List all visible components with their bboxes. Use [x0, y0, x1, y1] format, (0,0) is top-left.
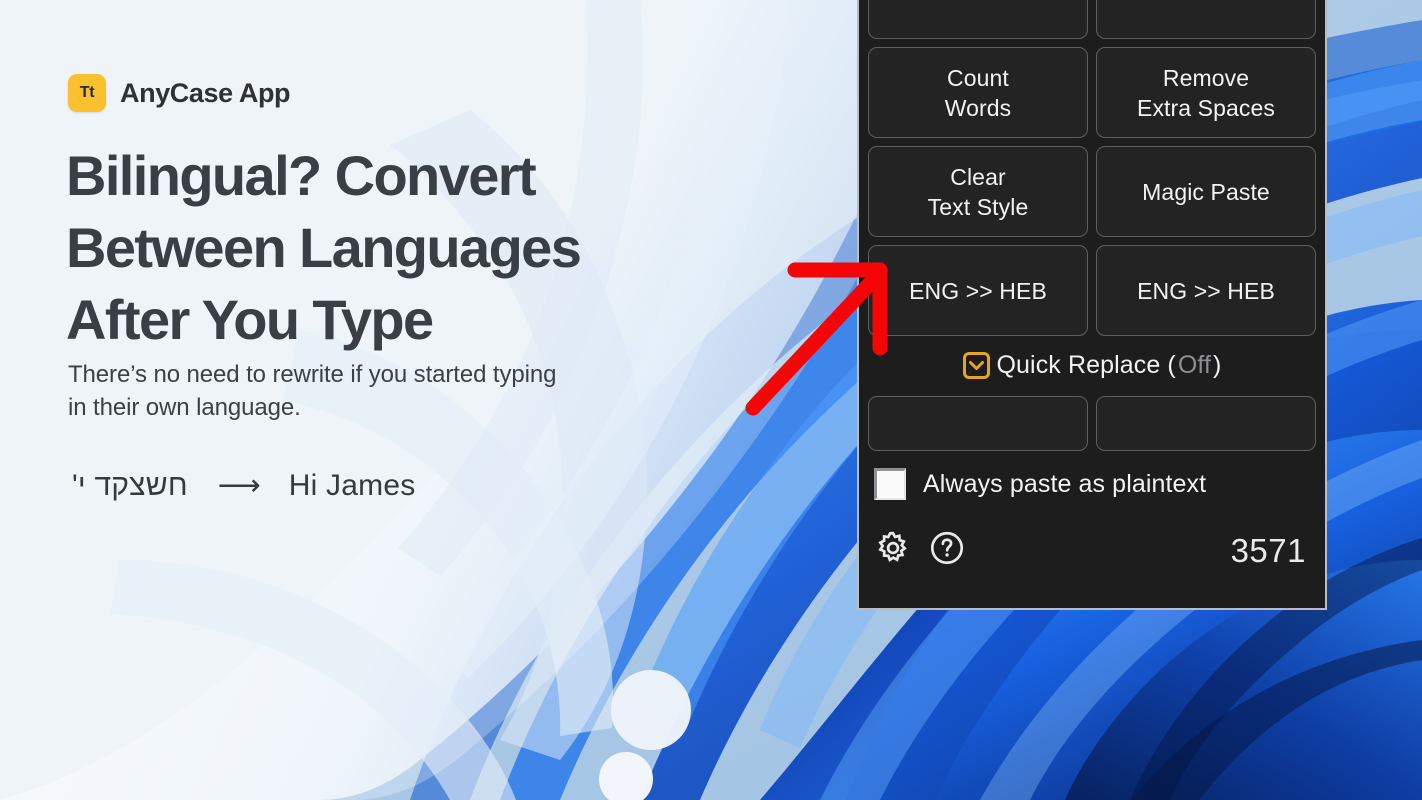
anycase-logo-icon: Tt [68, 74, 106, 112]
conversion-example: חשצקד י' ⟶ Hi James [72, 468, 415, 503]
tile-cutoff-left[interactable] [868, 0, 1088, 39]
tile-label-line1: Count [947, 64, 1009, 91]
quick-replace-toggle[interactable]: Quick Replace (Off) [868, 351, 1316, 380]
character-counter: 3571 [1230, 531, 1306, 569]
brand-name: AnyCase App [120, 77, 291, 108]
tile-remove-extra-spaces[interactable]: Remove Extra Spaces [1096, 47, 1316, 138]
tile-label-line2: Text Style [927, 193, 1029, 220]
example-result-text: Hi James [288, 468, 416, 502]
tile-magic-paste[interactable]: Magic Paste [1096, 146, 1316, 237]
tile-label-line1: ENG >> HEB [909, 277, 1047, 304]
example-source-text: חשצקד י' [72, 468, 188, 502]
quick-replace-state: Off [1177, 351, 1212, 379]
plaintext-checkbox[interactable] [874, 468, 906, 500]
quick-replace-label: Quick Replace ( [996, 351, 1176, 379]
page-subtitle: There’s no need to rewrite if you starte… [68, 361, 557, 421]
action-tiles-grid: Count Words Remove Extra Spaces Clear Te… [868, 0, 1316, 336]
plaintext-label: Always paste as plaintext [923, 469, 1207, 498]
tile-label-line1: Clear [950, 163, 1006, 190]
question-circle-icon[interactable] [928, 529, 966, 572]
panel-footer: 3571 [874, 529, 1316, 572]
tile-label-line1: Remove [1162, 64, 1250, 91]
tile-eng-heb-left[interactable]: ENG >> HEB [868, 245, 1088, 336]
right-arrow-icon: ⟶ [217, 469, 261, 502]
chevron-down-icon[interactable] [962, 352, 990, 379]
brand-lockup: Tt AnyCase App [68, 74, 291, 112]
footer-icon-group [874, 529, 966, 572]
tile-label-line1: ENG >> HEB [1137, 277, 1275, 304]
anycase-app-panel[interactable]: Count Words Remove Extra Spaces Clear Te… [857, 0, 1327, 610]
tile-empty-left[interactable] [868, 396, 1088, 451]
tile-label-line2: Extra Spaces [1137, 94, 1275, 121]
tile-eng-heb-right[interactable]: ENG >> HEB [1096, 245, 1316, 336]
tile-empty-right[interactable] [1096, 396, 1316, 451]
page-title: Bilingual? Convert Between Languages Aft… [66, 144, 582, 351]
tile-label-line1: Magic Paste [1142, 178, 1270, 205]
tile-clear-text-style[interactable]: Clear Text Style [868, 146, 1088, 237]
quick-replace-label-end: ) [1213, 351, 1222, 379]
always-paste-plaintext-row[interactable]: Always paste as plaintext [874, 468, 1316, 500]
tile-label-line2: Words [944, 94, 1012, 121]
empty-tiles-grid [868, 396, 1316, 451]
gear-icon[interactable] [874, 529, 912, 572]
tile-cutoff-right[interactable] [1096, 0, 1316, 39]
tile-count-words[interactable]: Count Words [868, 47, 1088, 138]
